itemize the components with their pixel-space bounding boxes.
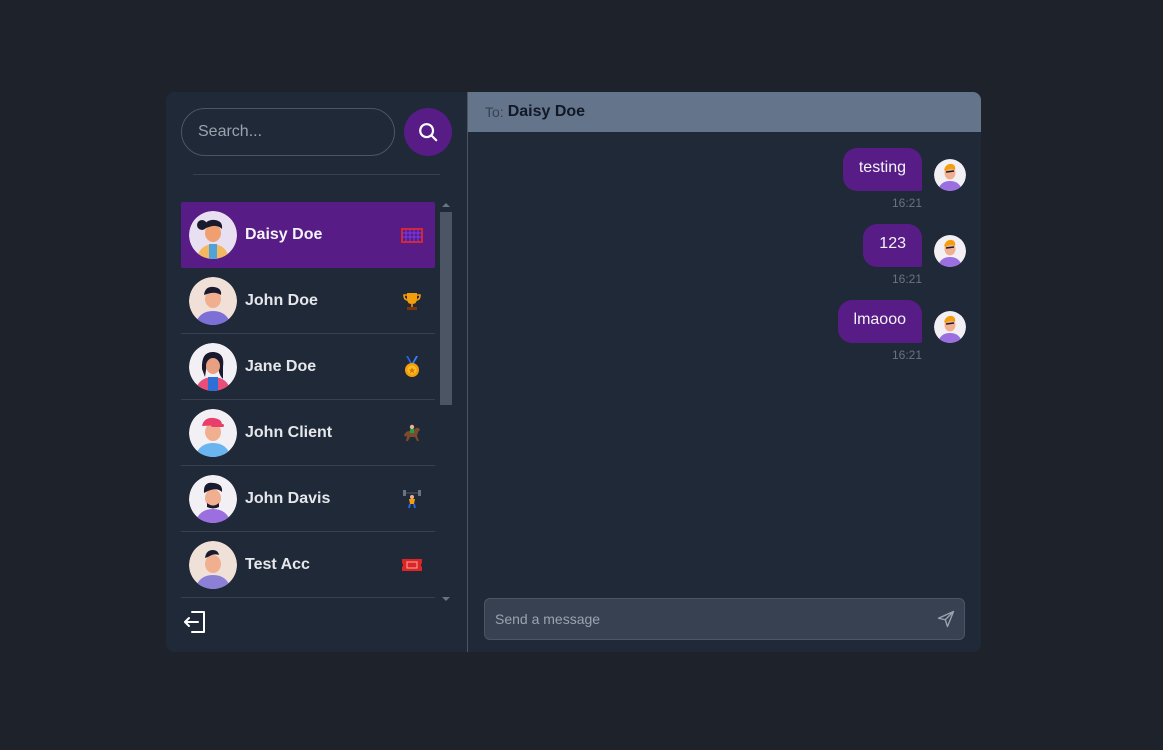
avatar — [189, 408, 237, 457]
soccer-goal-icon — [401, 224, 423, 246]
search-button[interactable] — [404, 108, 452, 156]
avatar — [189, 276, 237, 325]
search-input[interactable] — [181, 108, 395, 156]
contact-name: Daisy Doe — [245, 225, 323, 243]
avatar — [189, 474, 237, 523]
contact-item[interactable]: Test Acc — [181, 532, 435, 598]
message-time: 16:21 — [891, 348, 922, 362]
message-input[interactable] — [485, 611, 928, 627]
message-bubble: 123 — [863, 224, 922, 267]
scroll-thumb[interactable] — [440, 212, 452, 405]
contact-item[interactable]: Jane Doe — [181, 334, 435, 400]
message-list: testing 16:21 123 16:21 lmaooo 16:21 — [486, 148, 966, 376]
trophy-icon — [401, 290, 423, 312]
horse-racing-icon — [401, 422, 423, 444]
contact-name: Test Acc — [245, 555, 310, 573]
logout-button[interactable] — [181, 608, 211, 638]
ticket-icon — [401, 554, 423, 576]
message-time: 16:21 — [891, 272, 922, 286]
weightlifter-icon — [401, 488, 423, 510]
message-composer — [484, 598, 965, 640]
search-bar — [181, 108, 452, 156]
chat-panel: To: Daisy Doe testing 16:21 123 16:21 lm… — [468, 92, 981, 652]
sender-avatar — [934, 235, 966, 267]
contact-name: John Doe — [245, 291, 318, 309]
avatar — [189, 210, 237, 259]
scroll-up-arrow[interactable] — [442, 203, 450, 207]
avatar — [189, 342, 237, 391]
contact-item[interactable]: John Doe — [181, 268, 435, 334]
scroll-down-arrow[interactable] — [442, 597, 450, 601]
send-icon — [937, 610, 955, 628]
contact-name: John Davis — [245, 489, 331, 507]
contact-list-container[interactable]: Daisy Doe John Doe Jane Doe John Client … — [181, 202, 453, 602]
message: lmaooo 16:21 — [486, 300, 966, 362]
recipient-name: Daisy Doe — [507, 103, 586, 120]
contact-list: Daisy Doe John Doe Jane Doe John Client … — [181, 202, 435, 598]
contact-item[interactable]: John Davis — [181, 466, 435, 532]
recipient-label: To: — [485, 104, 504, 120]
message: 123 16:21 — [486, 224, 966, 286]
sender-avatar — [934, 159, 966, 191]
logout-icon — [184, 611, 205, 633]
avatar — [189, 540, 237, 589]
chat-app: Daisy Doe — [166, 92, 981, 652]
send-button[interactable] — [928, 601, 964, 637]
contact-list-scrollbar[interactable] — [439, 202, 453, 602]
contact-item[interactable]: John Client — [181, 400, 435, 466]
sidebar-divider — [193, 174, 440, 175]
message: testing 16:21 — [486, 148, 966, 210]
message-time: 16:21 — [891, 196, 922, 210]
message-bubble: testing — [842, 148, 922, 191]
message-bubble: lmaooo — [837, 300, 922, 343]
sidebar: Daisy Doe — [166, 92, 468, 652]
contact-name: John Client — [245, 423, 333, 441]
contact-name: Jane Doe — [245, 357, 317, 375]
search-icon — [419, 123, 438, 142]
chat-header: To: Daisy Doe — [468, 92, 981, 132]
medal-icon — [401, 355, 423, 378]
contact-item[interactable]: Daisy Doe — [181, 202, 435, 268]
sender-avatar — [934, 311, 966, 343]
